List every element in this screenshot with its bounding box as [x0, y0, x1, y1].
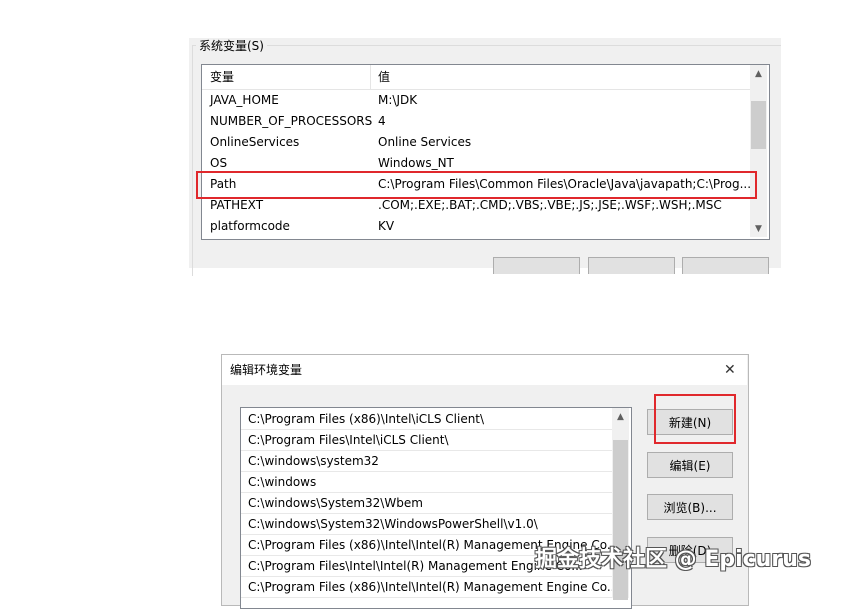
- scroll-up-arrow-icon[interactable]: ▲: [613, 411, 628, 423]
- list-header: 变量 值: [202, 65, 750, 90]
- list-item[interactable]: C:\windows\System32\WindowsPowerShell\v1…: [241, 514, 613, 535]
- list-item[interactable]: C:\windows\System32\Wbem: [241, 493, 613, 514]
- table-row[interactable]: JAVA_HOME M:\JDK: [202, 90, 750, 111]
- table-row[interactable]: NUMBER_OF_PROCESSORS 4: [202, 111, 750, 132]
- variable-name: platformcode: [210, 219, 290, 233]
- table-row[interactable]: OnlineServices Online Services: [202, 132, 750, 153]
- browse-button[interactable]: 浏览(B)...: [647, 494, 733, 520]
- variable-name: OnlineServices: [210, 135, 300, 149]
- edit-system-variable-button[interactable]: [588, 257, 675, 274]
- variable-value: Online Services: [378, 135, 472, 149]
- scrollbar-thumb[interactable]: [613, 440, 628, 600]
- variable-value: M:\JDK: [378, 93, 418, 107]
- path-entry-text: C:\Program Files (x86)\Intel\Intel(R) Ma…: [248, 580, 619, 594]
- variable-value: KV: [378, 219, 395, 233]
- scroll-up-arrow-icon[interactable]: ▲: [751, 68, 766, 80]
- list-item[interactable]: C:\Program Files (x86)\Intel\iCLS Client…: [241, 409, 613, 430]
- watermark: 掘金技术社区 @ Epicurus: [535, 547, 811, 572]
- list-item[interactable]: C:\windows: [241, 472, 613, 493]
- path-highlight-box: [196, 171, 757, 199]
- column-header-variable[interactable]: 变量: [202, 65, 234, 89]
- system-variables-group-title: 系统变量(S): [196, 38, 267, 54]
- delete-system-variable-button[interactable]: [682, 257, 769, 274]
- path-entry-text: C:\windows\system32: [248, 454, 379, 468]
- path-entry-text: C:\windows: [248, 475, 317, 489]
- scrollbar-thumb[interactable]: [751, 101, 766, 149]
- path-entry-text: C:\windows\System32\Wbem: [248, 496, 423, 510]
- system-variables-scrollbar[interactable]: [750, 65, 767, 237]
- variable-name: JAVA_HOME: [210, 93, 279, 107]
- variable-name: NUMBER_OF_PROCESSORS: [210, 114, 373, 128]
- list-item[interactable]: C:\windows\system32: [241, 451, 613, 472]
- list-item[interactable]: C:\Program Files\Intel\iCLS Client\: [241, 430, 613, 451]
- path-entry-text: C:\Program Files\Intel\iCLS Client\: [248, 433, 449, 447]
- table-row[interactable]: platformcode KV: [202, 216, 750, 237]
- new-system-variable-button[interactable]: [493, 257, 580, 274]
- scroll-down-arrow-icon[interactable]: ▼: [751, 223, 766, 235]
- list-item[interactable]: C:\Program Files (x86)\Intel\Intel(R) Ma…: [241, 577, 618, 598]
- variable-value: 4: [378, 114, 386, 128]
- path-entry-text: C:\windows\System32\WindowsPowerShell\v1…: [248, 517, 538, 531]
- path-entry-text: C:\Program Files\Intel\Intel(R) Manageme…: [248, 559, 583, 573]
- path-entries-list[interactable]: C:\Program Files (x86)\Intel\iCLS Client…: [240, 407, 632, 609]
- edit-button[interactable]: 编辑(E): [647, 452, 733, 478]
- dialog-title: 编辑环境变量: [230, 363, 303, 377]
- close-icon[interactable]: ✕: [724, 360, 736, 380]
- path-entry-text: C:\Program Files (x86)\Intel\iCLS Client…: [248, 412, 485, 426]
- new-button-highlight-box: [654, 394, 736, 444]
- system-variables-list[interactable]: 变量 值 JAVA_HOME M:\JDK NUMBER_OF_PROCESSO…: [201, 64, 770, 240]
- column-header-value[interactable]: 值: [370, 65, 390, 89]
